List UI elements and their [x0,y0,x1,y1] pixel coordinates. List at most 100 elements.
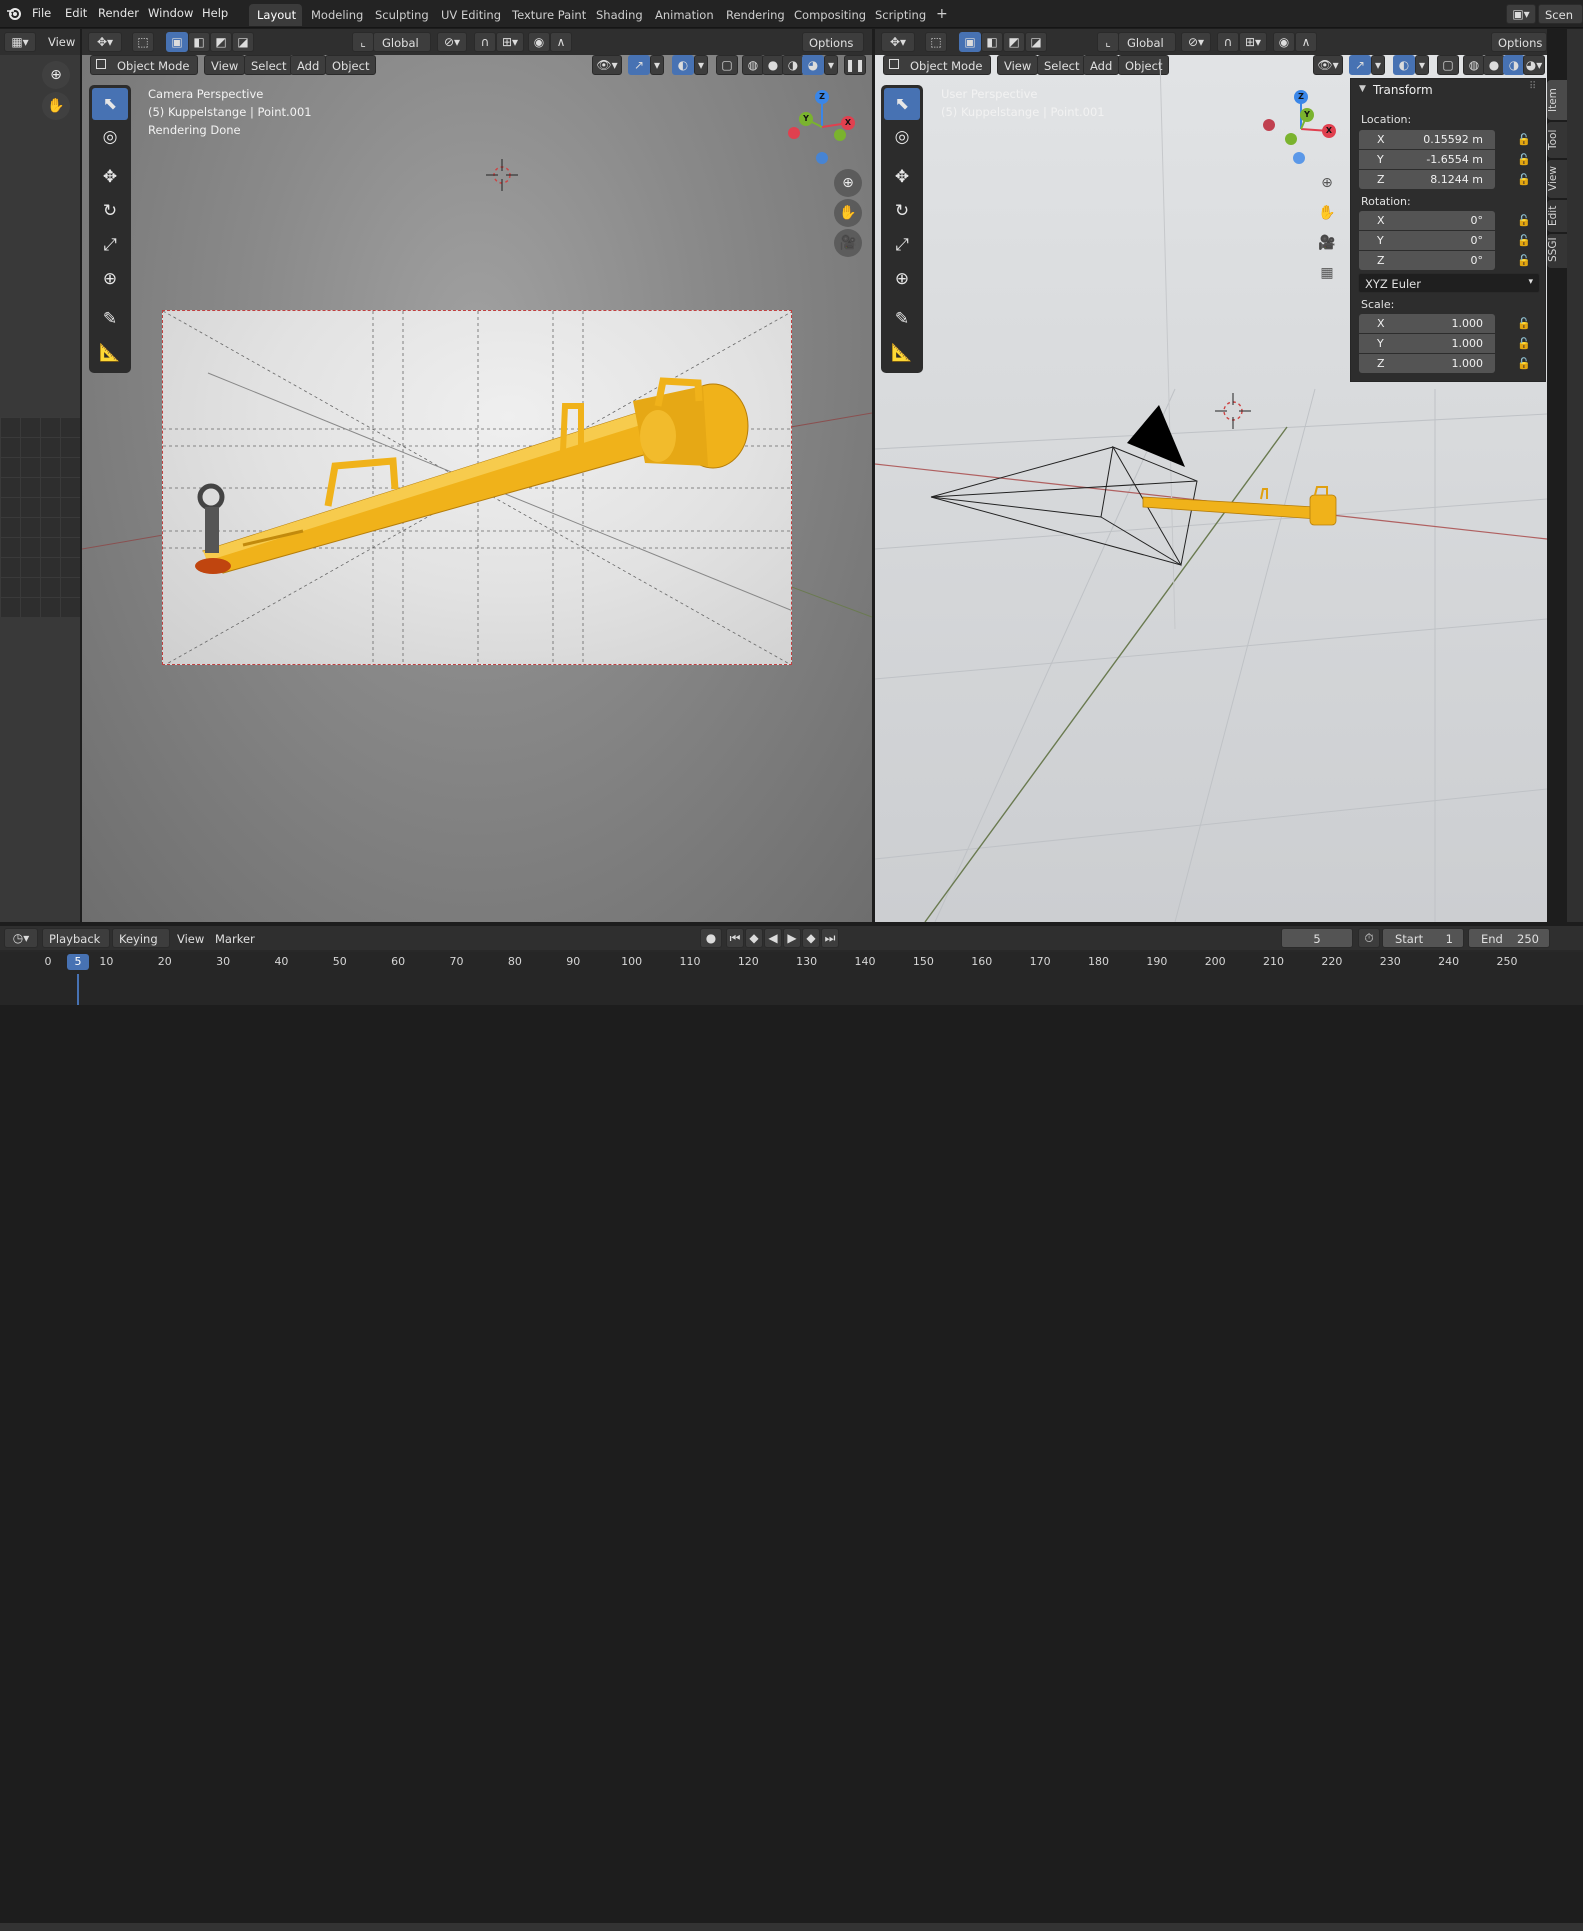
top-bar: File Edit Render Window Help Layout Mode… [0,0,1583,28]
frame-tick-label: 90 [566,955,581,968]
right-camera-view-icon[interactable]: 🎥 [1313,229,1341,257]
location-z-lock-icon[interactable]: 🔓 [1517,173,1531,186]
frame-tick-label: 0 [44,955,52,968]
rotation-y-lock-icon[interactable]: 🔓 [1517,234,1531,247]
editor-type-icon[interactable]: ▦▾ [4,32,36,52]
location-z-axis: Z [1377,173,1385,186]
tab-compositing[interactable]: Compositing [786,4,874,26]
rotation-mode-dropdown[interactable]: XYZ Euler ▾ [1358,273,1540,293]
transform-panel-title[interactable]: Transform [1373,83,1433,97]
left-viewport[interactable]: ✥▾ ⬚ ▣ ◧ ◩ ◪ ⌞ Global ⊘▾ ∩ ⊞▾ ◉ ∧ Option… [82,29,872,922]
tab-animation[interactable]: Animation [647,4,722,26]
tab-uv-editing[interactable]: UV Editing [433,4,509,26]
rotation-y-axis: Y [1377,234,1384,247]
right-measure-tool-icon[interactable]: 📐 [884,337,920,369]
frame-tick-label: 150 [912,955,934,968]
menu-help[interactable]: Help [202,6,228,20]
scale-z-field[interactable]: Z 1.000 [1359,354,1495,373]
tab-scripting[interactable]: Scripting [867,4,934,26]
rotation-x-value: 0° [1470,214,1484,227]
sidebar-tab-tool[interactable]: Tool [1547,122,1567,158]
render-content [163,311,791,664]
right-cursor-tool-icon[interactable]: ◎ [884,121,920,153]
tab-layout[interactable]: Layout [249,4,302,26]
scale-label: Scale: [1361,298,1395,311]
frame-tick-label: 110 [679,955,701,968]
tab-shading[interactable]: Shading [588,4,651,26]
right-gizmo-y-label: Y [1304,110,1310,119]
playhead-frame-badge[interactable]: 5 [67,954,89,970]
location-y-field[interactable]: Y -1.6554 m [1359,150,1495,169]
scene-name-field[interactable]: Scen [1538,4,1583,24]
scale-x-lock-icon[interactable]: 🔓 [1517,317,1531,330]
location-x-axis: X [1377,133,1385,146]
scale-x-value: 1.000 [1451,317,1484,330]
playhead-line[interactable] [77,974,79,1005]
location-z-field[interactable]: Z 8.1244 m [1359,170,1495,189]
sidebar-tab-item[interactable]: Item [1547,80,1567,120]
chevron-down-icon: ▾ [1528,277,1533,287]
menu-file[interactable]: File [32,6,51,20]
tab-rendering[interactable]: Rendering [718,4,793,26]
frame-tick-label: 160 [971,955,993,968]
sidebar-tab-edit[interactable]: Edit [1547,200,1567,232]
frame-tick-label: 170 [1029,955,1051,968]
location-y-value: -1.6554 m [1426,153,1483,166]
frame-tick-label: 240 [1438,955,1460,968]
menu-render[interactable]: Render [98,6,139,20]
menu-edit[interactable]: Edit [65,6,87,20]
frame-tick-label: 80 [507,955,522,968]
scale-y-lock-icon[interactable]: 🔓 [1517,337,1531,350]
frame-tick-label: 230 [1379,955,1401,968]
location-x-lock-icon[interactable]: 🔓 [1517,133,1531,146]
timeline-editor[interactable]: ◷▾ Playback Keying View Marker ● ⏮ ◆ ◀ ▶… [0,926,1583,1931]
tab-sculpting[interactable]: Sculpting [367,4,437,26]
sidebar-tab-ssgi[interactable]: SSGI [1547,234,1567,268]
right-gizmo-z-label: Z [1298,92,1304,101]
scale-z-lock-icon[interactable]: 🔓 [1517,357,1531,370]
location-y-lock-icon[interactable]: 🔓 [1517,153,1531,166]
right-pan-icon[interactable]: ✋ [1313,199,1341,227]
right-rotate-tool-icon[interactable]: ↻ [884,195,920,227]
frame-tick-label: 30 [216,955,231,968]
right-ortho-toggle-icon[interactable]: ▦ [1313,259,1341,287]
rotation-mode-value: XYZ Euler [1365,277,1421,291]
tab-texture-paint[interactable]: Texture Paint [504,4,594,26]
rotation-x-lock-icon[interactable]: 🔓 [1517,214,1531,227]
right-scale-tool-icon[interactable]: ⤢ [884,229,920,261]
rotation-y-field[interactable]: Y 0° [1359,231,1495,250]
add-workspace-button[interactable]: + [928,2,956,24]
location-z-value: 8.1244 m [1430,173,1483,186]
rotation-x-axis: X [1377,214,1385,227]
frame-ruler: 0 10 20 30 40 50 60 70 80 90 100 110 120 130 140 150 160… [0,926,1583,976]
menu-window[interactable]: Window [148,6,193,20]
rotation-z-field[interactable]: Z 0° [1359,251,1495,270]
right-select-tool-icon[interactable]: ⬉ [884,88,920,120]
scale-y-field[interactable]: Y 1.000 [1359,334,1495,353]
tab-modeling[interactable]: Modeling [303,4,371,26]
zoom-icon[interactable]: ⊕ [42,61,70,89]
right-transform-tool-icon[interactable]: ⊕ [884,263,920,295]
scale-y-value: 1.000 [1451,337,1484,350]
transform-collapse-icon[interactable]: ▼ [1359,84,1366,94]
scale-x-axis: X [1377,317,1385,330]
right-zoom-icon[interactable]: ⊕ [1313,169,1341,197]
camera-render-frame [162,310,792,665]
scene-selector-icon[interactable]: ▣▾ [1506,4,1536,24]
right-toolbar: ⬉ ◎ ✥ ↻ ⤢ ⊕ ✎ 📐 [881,85,923,373]
scale-x-field[interactable]: X 1.000 [1359,314,1495,333]
timeline-scrollbar[interactable] [0,1923,1583,1931]
pan-hand-icon[interactable]: ✋ [42,92,70,120]
panel-drag-handle-icon[interactable]: ⠿ [1529,81,1536,92]
rotation-x-field[interactable]: X 0° [1359,211,1495,230]
right-move-tool-icon[interactable]: ✥ [884,161,920,193]
frame-tick-label: 200 [1204,955,1226,968]
left-strip-view-menu[interactable]: View [48,35,75,49]
right-annotate-tool-icon[interactable]: ✎ [884,303,920,335]
location-x-field[interactable]: X 0.15592 m [1359,130,1495,149]
rotation-z-lock-icon[interactable]: 🔓 [1517,254,1531,267]
sidebar-tab-view[interactable]: View [1547,160,1567,198]
frame-tick-label: 10 [99,955,114,968]
left-strip-area: ▦▾ View ⊕ ✋ [0,29,80,922]
blender-logo-icon[interactable] [6,5,22,21]
